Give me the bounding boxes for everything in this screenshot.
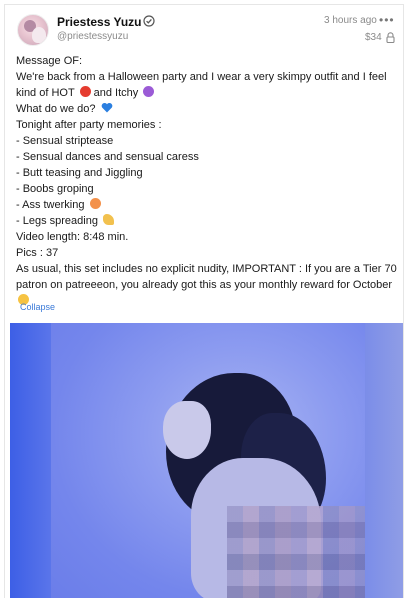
post-media[interactable]: [10, 323, 403, 598]
leg-emoji-icon: [103, 214, 115, 225]
blue-heart-emoji-icon: [101, 102, 112, 113]
text-line: - Ass twerking: [16, 197, 398, 213]
author-handle[interactable]: @priestessyuzu: [57, 31, 128, 42]
text-line: - Butt teasing and Jiggling: [16, 167, 143, 179]
text-segment: What do we do?: [16, 103, 96, 115]
text-segment: - Legs spreading: [16, 215, 98, 227]
text-line: - Sensual striptease: [16, 135, 114, 147]
media-blur-edge-right: [365, 323, 403, 598]
author-name[interactable]: Priestess Yuzu: [57, 15, 142, 29]
text-segment: - Ass twerking: [16, 199, 85, 211]
text-line: kind of HOT and Itchy: [16, 85, 398, 101]
angry-face-emoji-icon: [79, 86, 91, 97]
text-line: Message OF:: [16, 55, 83, 67]
text-line: As usual, this set includes no explicit …: [16, 261, 398, 309]
collapse-link[interactable]: Collapse: [20, 302, 55, 312]
media-blur-edge-left: [10, 323, 51, 598]
post-text: Message OF: We're back from a Halloween …: [16, 53, 398, 309]
text-line: - Legs spreading: [16, 213, 398, 229]
text-line: - Sensual dances and sensual caress: [16, 151, 199, 163]
text-line: What do we do?: [16, 101, 398, 117]
text-segment: and Itchy: [93, 87, 139, 99]
post-timestamp: 3 hours ago: [324, 15, 377, 26]
avatar[interactable]: [17, 14, 49, 46]
post-card: Priestess Yuzu @priestessyuzu 3 hours ag…: [4, 4, 404, 598]
text-line: Pics : 37: [16, 247, 59, 259]
verified-badge-icon: [143, 15, 155, 27]
photo-face: [163, 401, 211, 459]
text-line: Video length: 8:48 min.: [16, 231, 129, 243]
peach-emoji-icon: [89, 198, 101, 209]
text-segment: As usual, this set includes no explicit …: [16, 263, 397, 291]
devil-face-emoji-icon: [143, 86, 155, 97]
text-segment: kind of HOT: [16, 87, 75, 99]
text-line: We're back from a Halloween party and I …: [16, 71, 387, 83]
lock-icon: [386, 32, 395, 43]
post-price: $34: [365, 32, 382, 43]
text-line: Tonight after party memories :: [16, 119, 162, 131]
post-photo[interactable]: [51, 323, 399, 598]
text-line: - Boobs groping: [16, 183, 94, 195]
more-options-icon[interactable]: •••: [379, 14, 395, 26]
post-header: Priestess Yuzu @priestessyuzu 3 hours ag…: [5, 5, 403, 49]
